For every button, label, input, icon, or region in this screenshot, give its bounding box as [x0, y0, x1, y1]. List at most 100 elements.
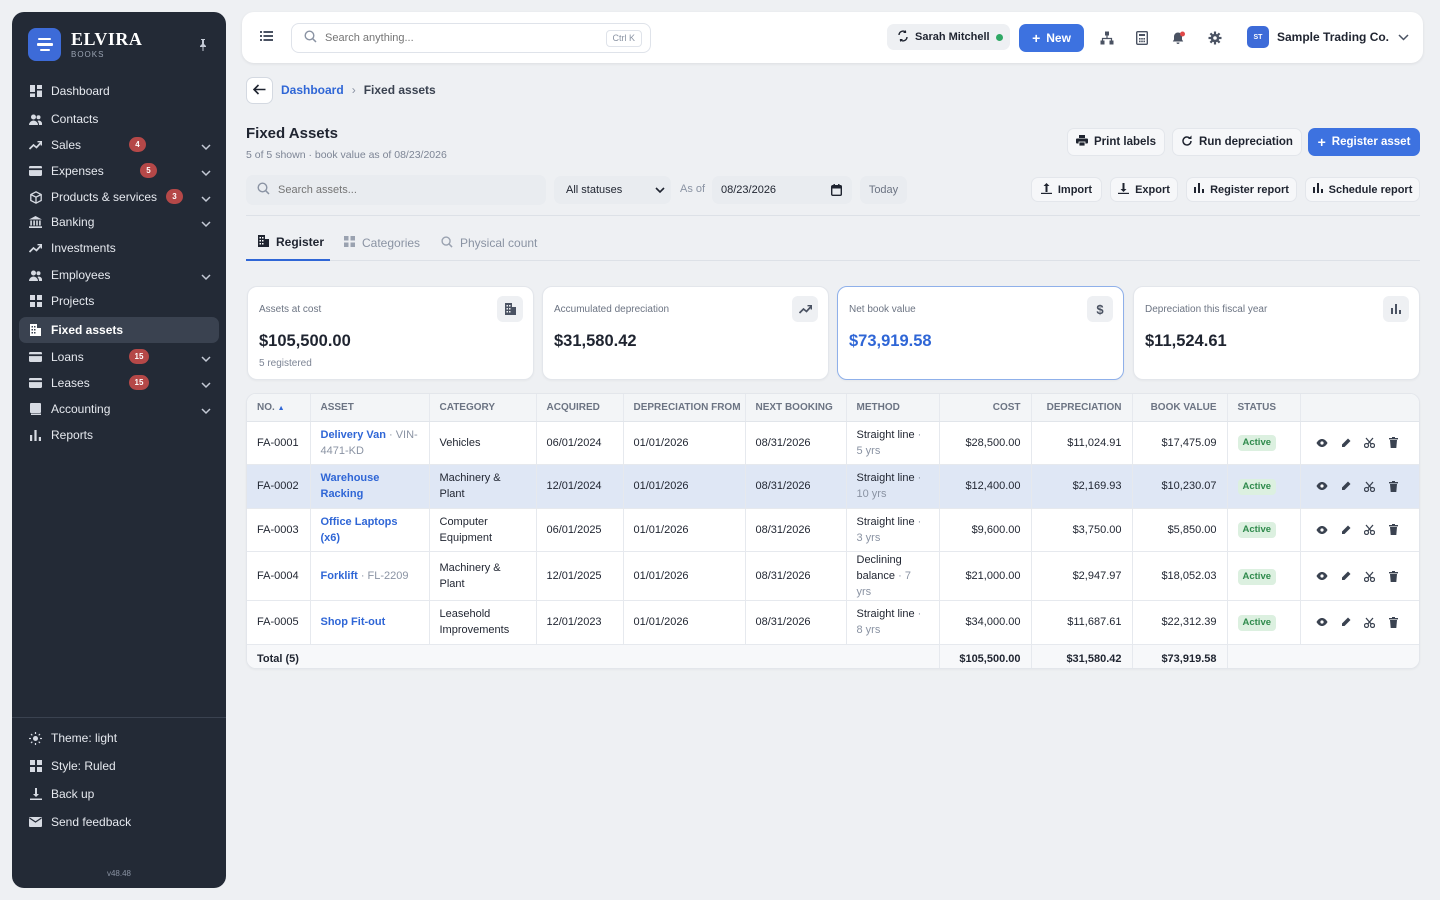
column-header-acquired[interactable]: ACQUIRED — [536, 394, 624, 422]
org-chart-icon[interactable] — [1100, 31, 1114, 45]
asset-link[interactable]: Shop Fit-out — [321, 616, 386, 628]
schedule-report-button[interactable]: Schedule report — [1305, 177, 1420, 202]
delete-trash-icon[interactable] — [1387, 524, 1401, 536]
chevron-down-icon[interactable] — [201, 166, 211, 177]
breadcrumb-dashboard-link[interactable]: Dashboard — [281, 83, 344, 97]
list-menu-icon[interactable] — [260, 30, 273, 45]
dispose-scissors-icon[interactable] — [1363, 571, 1377, 582]
dispose-scissors-icon[interactable] — [1363, 617, 1377, 628]
chevron-down-icon[interactable] — [201, 270, 211, 281]
backup-button[interactable]: Back up — [19, 780, 219, 808]
user-switcher[interactable]: Sarah Mitchell — [887, 24, 1010, 50]
sidebar-item-dashboard[interactable]: Dashboard — [19, 78, 219, 104]
edit-pencil-icon[interactable] — [1339, 617, 1353, 627]
send-feedback-button[interactable]: Send feedback — [19, 808, 219, 836]
dispose-scissors-icon[interactable] — [1363, 481, 1377, 492]
column-header-asset[interactable]: ASSET — [310, 394, 430, 422]
global-search[interactable]: Ctrl K — [291, 23, 651, 53]
chevron-down-icon[interactable] — [201, 352, 211, 363]
table-row[interactable]: FA-0005 Shop Fit-out Leasehold Improvement… — [247, 600, 1419, 645]
brand[interactable]: ELVIRA BOOKS — [28, 28, 142, 61]
sidebar-item-projects[interactable]: Projects — [19, 288, 219, 314]
register-asset-button[interactable]: + Register asset — [1308, 128, 1420, 156]
tab-categories[interactable]: Categories — [344, 225, 420, 261]
asset-search[interactable] — [246, 175, 546, 205]
delete-trash-icon[interactable] — [1387, 570, 1401, 582]
sidebar-item-leases[interactable]: Leases 15 — [19, 370, 219, 396]
column-header-depreciation-from[interactable]: DEPRECIATION FROM — [623, 394, 746, 422]
asset-link[interactable]: Forklift — [321, 570, 358, 582]
sidebar-item-loans[interactable]: Loans 15 — [19, 344, 219, 370]
sidebar-item-accounting[interactable]: Accounting — [19, 396, 219, 422]
today-button[interactable]: Today — [860, 176, 907, 204]
stat-card-net-book-value: Net book value $73,919.58 $ — [837, 286, 1124, 380]
table-row[interactable]: FA-0001 Delivery Van · VIN-4471-KD Vehicle… — [247, 421, 1419, 465]
print-labels-button[interactable]: Print labels — [1067, 128, 1165, 156]
tab-physical-count[interactable]: Physical count — [441, 225, 537, 261]
asset-search-input[interactable] — [278, 184, 528, 196]
table-row[interactable]: FA-0003 Office Laptops (x6) Computer Equip… — [247, 508, 1419, 552]
view-icon[interactable] — [1315, 482, 1329, 491]
delete-trash-icon[interactable] — [1387, 480, 1401, 492]
chevron-down-icon[interactable] — [201, 192, 211, 203]
sidebar-item-investments[interactable]: Investments — [19, 235, 219, 261]
edit-pencil-icon[interactable] — [1339, 571, 1353, 581]
register-report-button[interactable]: Register report — [1186, 177, 1297, 202]
sidebar-item-products-services[interactable]: Products & services 3 — [19, 184, 219, 210]
sidebar-item-fixed-assets[interactable]: Fixed assets — [19, 317, 219, 343]
new-button[interactable]: + New — [1019, 24, 1084, 52]
column-header-category[interactable]: CATEGORY — [429, 394, 537, 422]
asset-link[interactable]: Office Laptops (x6) — [321, 516, 398, 544]
run-depreciation-button[interactable]: Run depreciation — [1172, 128, 1302, 156]
table-row[interactable]: FA-0004 Forklift · FL-2209 Machinery & Pla… — [247, 551, 1419, 601]
status-filter-select[interactable]: All statuses — [554, 176, 671, 204]
view-icon[interactable] — [1315, 572, 1329, 580]
settings-gear-icon[interactable] — [1208, 31, 1222, 45]
column-header-no[interactable]: NO. ▲ — [247, 394, 311, 422]
sidebar-item-banking[interactable]: Banking — [19, 209, 219, 235]
cell-category: Machinery & Plant — [429, 551, 537, 601]
view-icon[interactable] — [1315, 618, 1329, 627]
sidebar-item-reports[interactable]: Reports — [19, 422, 219, 448]
asset-link[interactable]: Warehouse Racking — [321, 472, 380, 500]
import-button[interactable]: Import — [1031, 177, 1102, 202]
dispose-scissors-icon[interactable] — [1363, 524, 1377, 536]
theme-toggle[interactable]: Theme: light — [19, 724, 219, 752]
column-header-book-value[interactable]: BOOK VALUE — [1132, 394, 1228, 422]
delete-trash-icon[interactable] — [1387, 616, 1401, 628]
tab-register[interactable]: Register — [246, 225, 330, 261]
column-header-method[interactable]: METHOD — [846, 394, 940, 422]
sidebar-item-contacts[interactable]: Contacts — [19, 106, 219, 132]
column-header-depreciation[interactable]: DEPRECIATION — [1031, 394, 1133, 422]
notifications-bell-icon[interactable] — [1172, 31, 1186, 45]
table-row[interactable]: FA-0002 Warehouse Racking Machinery & Plan… — [247, 464, 1419, 509]
calendar-icon[interactable] — [830, 184, 843, 199]
dispose-scissors-icon[interactable] — [1363, 437, 1377, 449]
edit-pencil-icon[interactable] — [1339, 438, 1353, 448]
back-button[interactable] — [246, 77, 273, 104]
global-search-input[interactable] — [325, 32, 595, 44]
calculator-icon[interactable] — [1135, 30, 1150, 46]
book-icon — [29, 403, 42, 416]
asset-link[interactable]: Delivery Van — [321, 429, 386, 441]
view-icon[interactable] — [1315, 438, 1329, 447]
sidebar-item-employees[interactable]: Employees — [19, 262, 219, 288]
column-header-status[interactable]: STATUS — [1227, 394, 1301, 422]
export-button[interactable]: Export — [1110, 177, 1178, 202]
column-header-next-booking[interactable]: NEXT BOOKING — [745, 394, 847, 422]
chevron-down-icon[interactable] — [201, 140, 211, 151]
chevron-down-icon[interactable] — [201, 404, 211, 415]
as-of-date-input[interactable]: 08/23/2026 — [712, 176, 852, 204]
chevron-down-icon[interactable] — [201, 217, 211, 228]
edit-pencil-icon[interactable] — [1339, 525, 1353, 535]
pin-icon[interactable] — [198, 39, 208, 54]
view-icon[interactable] — [1315, 525, 1329, 534]
sidebar-item-sales[interactable]: Sales 4 — [19, 132, 219, 158]
sidebar-item-expenses[interactable]: Expenses 5 — [19, 158, 219, 184]
edit-pencil-icon[interactable] — [1339, 481, 1353, 491]
chevron-down-icon[interactable] — [201, 378, 211, 389]
style-toggle[interactable]: Style: Ruled — [19, 752, 219, 780]
column-header-cost[interactable]: COST — [939, 394, 1032, 422]
delete-trash-icon[interactable] — [1387, 437, 1401, 449]
company-switcher[interactable]: ST Sample Trading Co. — [1247, 26, 1409, 48]
